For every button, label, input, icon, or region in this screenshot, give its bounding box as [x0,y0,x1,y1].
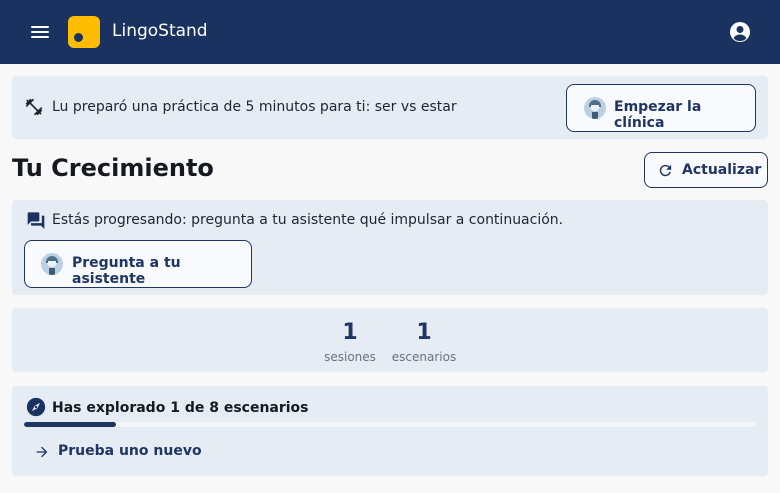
compass-icon [26,397,46,417]
chat-bubbles-icon [27,212,45,229]
sessions-label: sesiones [324,350,376,364]
assistant-avatar-icon [41,253,63,275]
arrow-right-icon [36,446,48,458]
refresh-button[interactable]: Actualizar [644,152,768,188]
exploration-card: Has explorado 1 de 8 escenarios Prueba u… [12,386,768,476]
sessions-count: 1 [342,320,358,345]
start-clinic-button[interactable]: Empezar la clínica [566,84,756,132]
app-logo [68,16,100,48]
scenarios-count: 1 [416,320,432,345]
app-title: LingoStand [112,21,208,41]
practice-banner-text: Lu preparó una práctica de 5 minutos par… [52,99,457,115]
try-new-scenario-label: Prueba uno nuevo [58,443,202,459]
exploration-progress-fill [24,422,116,427]
refresh-label: Actualizar [682,162,762,178]
stats-card: 1 sesiones 1 escenarios [12,308,768,372]
refresh-icon [659,164,672,177]
start-clinic-label: Empezar la clínica [614,99,702,131]
account-circle-icon[interactable] [728,20,752,44]
insight-card: Estás progresando: pregunta a tu asisten… [12,200,768,295]
scenarios-label: escenarios [391,350,457,364]
insight-text: Estás progresando: pregunta a tu asisten… [52,212,564,228]
assistant-avatar-icon [584,97,606,119]
page-title: Tu Crecimiento [12,154,214,182]
fitness-icon [25,98,43,116]
ask-assistant-button[interactable]: Pregunta a tu asistente [24,240,252,288]
exploration-text: Has explorado 1 de 8 escenarios [52,400,309,416]
practice-banner: Lu preparó una práctica de 5 minutos par… [12,76,768,139]
hamburger-icon[interactable] [28,22,52,42]
top-app-bar: LingoStand [0,0,780,64]
ask-assistant-label: Pregunta a tu asistente [72,255,181,287]
exploration-progress-bar [24,422,756,427]
